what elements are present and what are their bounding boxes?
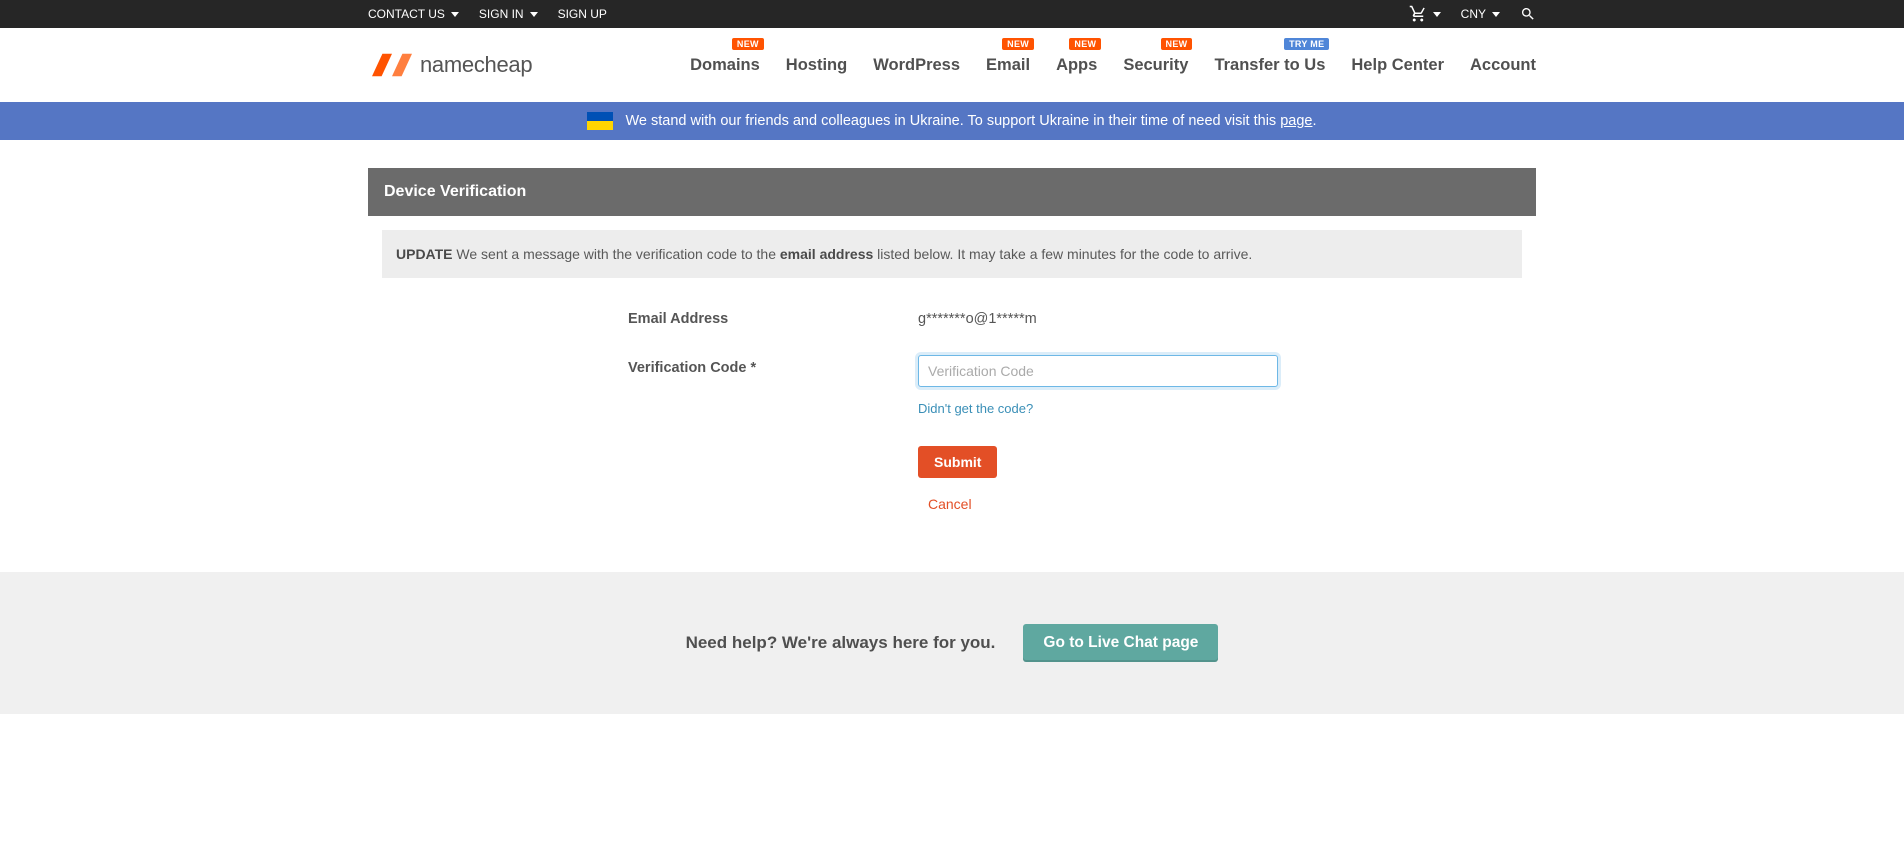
- nav-transfer-label: Transfer to Us: [1214, 56, 1325, 74]
- nav-help-center[interactable]: Help Center: [1351, 56, 1444, 75]
- chevron-down-icon: [530, 12, 538, 17]
- sign-up-link[interactable]: SIGN UP: [558, 7, 607, 21]
- contact-us-label: CONTACT US: [368, 7, 445, 21]
- footer-help-text: Need help? We're always here for you.: [686, 633, 996, 653]
- verification-code-input[interactable]: [918, 355, 1278, 387]
- header: namecheap Domains NEW Hosting WordPress …: [0, 28, 1904, 102]
- nav-help-label: Help Center: [1351, 56, 1444, 74]
- badge-new: NEW: [732, 38, 764, 50]
- banner-text: We stand with our friends and colleagues…: [625, 113, 1316, 129]
- ukraine-flag-icon: [587, 112, 613, 130]
- currency-menu[interactable]: CNY: [1461, 7, 1500, 21]
- badge-new: NEW: [1002, 38, 1034, 50]
- sign-up-label: SIGN UP: [558, 7, 607, 21]
- nav-security[interactable]: Security NEW: [1123, 56, 1188, 75]
- email-label: Email Address: [628, 306, 918, 327]
- badge-new: NEW: [1069, 38, 1101, 50]
- sign-in-label: SIGN IN: [479, 7, 524, 21]
- top-bar: CONTACT US SIGN IN SIGN UP CNY: [0, 0, 1904, 28]
- badge-new: NEW: [1161, 38, 1193, 50]
- resend-code-link[interactable]: Didn't get the code?: [918, 401, 1033, 416]
- ukraine-banner: We stand with our friends and colleagues…: [0, 102, 1904, 140]
- update-email-bold: email address: [780, 246, 873, 262]
- nav-transfer[interactable]: Transfer to Us TRY ME: [1214, 56, 1325, 75]
- logo[interactable]: namecheap: [368, 50, 532, 80]
- search-button[interactable]: [1520, 6, 1536, 22]
- currency-label: CNY: [1461, 7, 1486, 21]
- cart-button[interactable]: [1409, 5, 1441, 23]
- email-value: g*******o@1*****m: [918, 306, 1278, 327]
- nav-security-label: Security: [1123, 56, 1188, 74]
- logo-text: namecheap: [420, 52, 532, 78]
- nav-email-label: Email: [986, 56, 1030, 74]
- verification-form: Email Address g*******o@1*****m Verifica…: [368, 278, 1536, 512]
- contact-us-menu[interactable]: CONTACT US: [368, 7, 459, 21]
- footer-help: Need help? We're always here for you. Go…: [0, 572, 1904, 714]
- nav-account-label: Account: [1470, 56, 1536, 74]
- chevron-down-icon: [451, 12, 459, 17]
- panel-title: Device Verification: [368, 168, 1536, 216]
- page-content: Device Verification UPDATE We sent a mes…: [368, 168, 1536, 512]
- cancel-link[interactable]: Cancel: [928, 496, 972, 512]
- nav-hosting-label: Hosting: [786, 56, 847, 74]
- nav-wordpress[interactable]: WordPress: [873, 56, 960, 75]
- nav-domains[interactable]: Domains NEW: [690, 56, 760, 75]
- update-notice: UPDATE We sent a message with the verifi…: [382, 230, 1522, 278]
- nav-account[interactable]: Account: [1470, 56, 1536, 75]
- sign-in-menu[interactable]: SIGN IN: [479, 7, 538, 21]
- nav-domains-label: Domains: [690, 56, 760, 74]
- logo-icon: [368, 50, 416, 80]
- badge-try-me: TRY ME: [1284, 38, 1329, 50]
- nav-email[interactable]: Email NEW: [986, 56, 1030, 75]
- nav-hosting[interactable]: Hosting: [786, 56, 847, 75]
- submit-button[interactable]: Submit: [918, 446, 997, 478]
- banner-page-link[interactable]: page: [1280, 113, 1312, 129]
- main-nav: Domains NEW Hosting WordPress Email NEW …: [690, 56, 1536, 75]
- search-icon: [1520, 6, 1536, 22]
- live-chat-button[interactable]: Go to Live Chat page: [1023, 624, 1218, 662]
- update-label: UPDATE: [396, 246, 453, 262]
- nav-apps-label: Apps: [1056, 56, 1097, 74]
- code-label: Verification Code *: [628, 355, 918, 418]
- nav-wordpress-label: WordPress: [873, 56, 960, 74]
- chevron-down-icon: [1492, 12, 1500, 17]
- nav-apps[interactable]: Apps NEW: [1056, 56, 1097, 75]
- chevron-down-icon: [1433, 12, 1441, 17]
- cart-icon: [1409, 5, 1427, 23]
